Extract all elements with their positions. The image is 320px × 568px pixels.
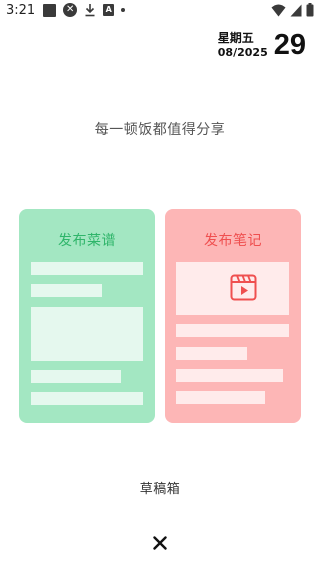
download-icon: [84, 3, 96, 17]
date-text: 星期五 08/2025: [218, 31, 268, 60]
status-bar: 3:21 ✕ A: [0, 0, 320, 20]
weekday-label: 星期五: [217, 30, 254, 45]
close-icon: [153, 535, 167, 554]
battery-icon: [306, 3, 314, 21]
placeholder-image: [31, 307, 143, 361]
signal-icon: [290, 4, 302, 21]
publish-recipe-card[interactable]: 发布菜谱: [19, 209, 155, 423]
font-icon: A: [103, 4, 115, 16]
day-number: 29: [273, 29, 306, 61]
placeholder-line: [31, 262, 143, 275]
placeholder-line: [31, 392, 143, 405]
placeholder-line: [176, 324, 289, 337]
tagline: 每一顿饭都值得分享: [94, 122, 226, 138]
close-circle-icon: ✕: [63, 3, 78, 17]
status-time: 3:21: [6, 2, 36, 18]
placeholder-line: [176, 347, 247, 360]
video-clapper-icon: [230, 274, 257, 305]
publish-note-title: 发布笔记: [204, 233, 262, 249]
wifi-icon: [271, 4, 286, 21]
publish-note-card[interactable]: 发布笔记: [165, 209, 301, 423]
square-icon: [43, 3, 57, 17]
placeholder-line: [31, 370, 121, 383]
placeholder-line: [31, 284, 102, 297]
dot-icon: [121, 8, 126, 12]
drafts-link[interactable]: 草稿箱: [0, 478, 320, 497]
placeholder-video: [176, 262, 289, 315]
month-year-label: 08/2025: [217, 45, 268, 59]
placeholder-line: [176, 369, 283, 382]
date-display: 星期五 08/2025 29: [218, 30, 306, 60]
close-button[interactable]: [149, 533, 171, 555]
placeholder-line: [176, 391, 265, 404]
publish-recipe-title: 发布菜谱: [58, 233, 116, 249]
